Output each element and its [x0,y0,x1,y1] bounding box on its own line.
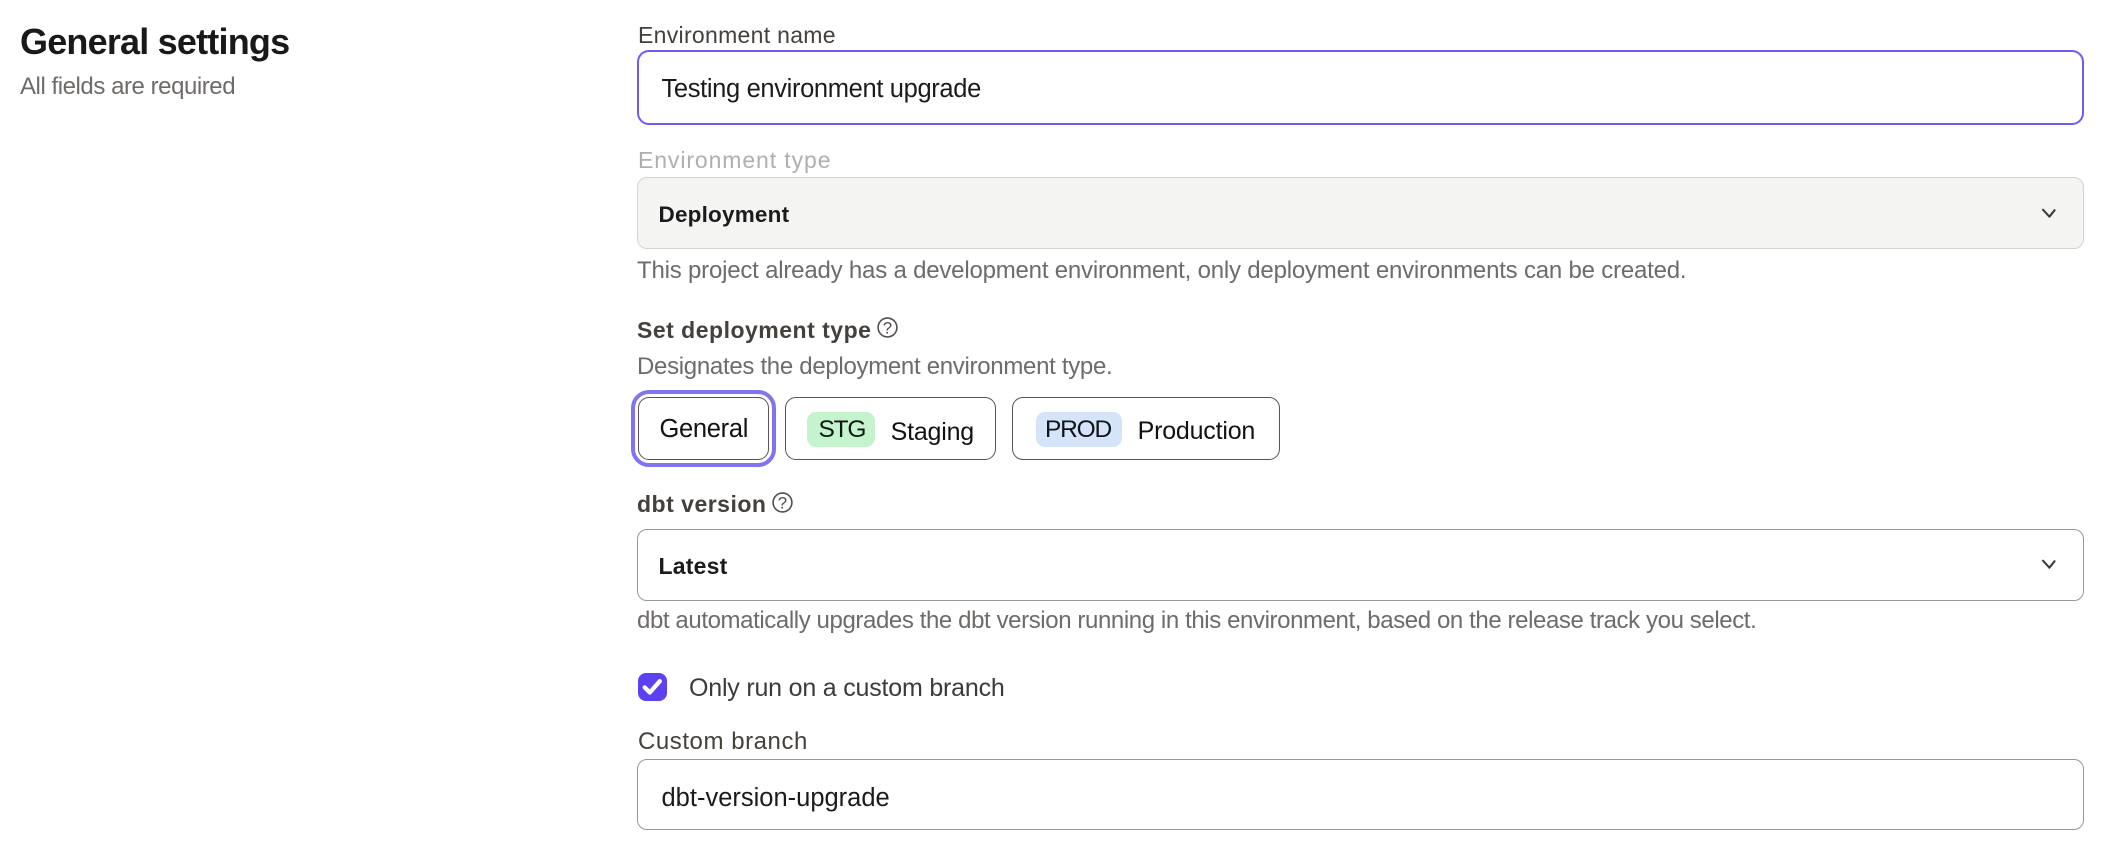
svg-text:?: ? [778,494,787,512]
svg-text:?: ? [883,319,892,337]
